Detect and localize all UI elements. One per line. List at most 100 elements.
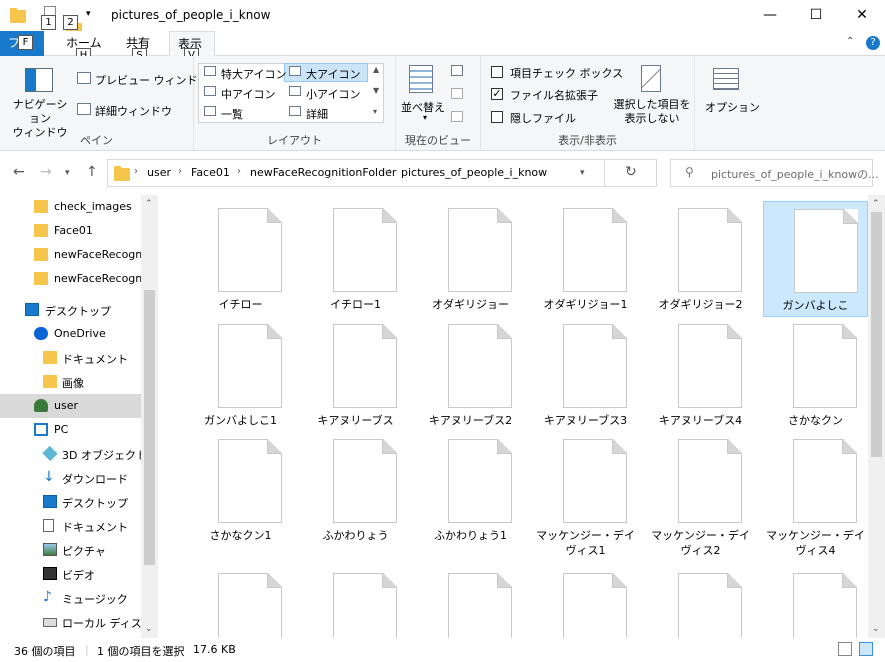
- nav-scrollbar-thumb[interactable]: [144, 290, 155, 565]
- file-tile[interactable]: キアヌリーブス3: [533, 317, 638, 433]
- item-checkbox-label[interactable]: 項目チェック ボックス: [510, 65, 623, 81]
- nav-item-label: ビデオ: [62, 569, 95, 582]
- nav-item-11[interactable]: ↓ ダウンロード: [0, 466, 141, 490]
- file-tile[interactable]: [303, 566, 408, 638]
- nav-item-16[interactable]: ♪ ミュージック: [0, 586, 141, 610]
- file-tile[interactable]: キアヌリーブス4: [648, 317, 753, 433]
- file-tile[interactable]: ガンバよしこ1: [188, 317, 293, 433]
- nav-item-6[interactable]: ドキュメント: [0, 346, 141, 370]
- file-tile[interactable]: マッケンジー・デイヴィス4: [763, 432, 868, 557]
- layout-details[interactable]: 詳細: [306, 106, 328, 122]
- file-tile[interactable]: マッケンジー・デイヴィス1: [533, 432, 638, 557]
- nav-item-14[interactable]: ピクチャ: [0, 538, 141, 562]
- nav-item-9[interactable]: PC: [0, 418, 141, 442]
- crumb-pictures-of-people[interactable]: pictures_of_people_i_know: [401, 166, 547, 179]
- nav-scroll-up-icon[interactable]: ⌃: [145, 199, 153, 209]
- nav-item-10[interactable]: 3D オブジェクト: [0, 442, 147, 466]
- file-tile[interactable]: [648, 566, 753, 638]
- search-placeholder[interactable]: pictures_of_people_i_knowの...: [711, 166, 879, 182]
- nav-item-7[interactable]: 画像: [0, 370, 141, 394]
- file-tile[interactable]: オダギリジョー: [418, 201, 523, 317]
- nav-item-1[interactable]: Face01: [0, 219, 141, 243]
- user-icon: [34, 399, 48, 412]
- content-scroll-up-icon[interactable]: ⌃: [872, 199, 880, 209]
- content-scroll-down-icon[interactable]: ⌄: [872, 624, 880, 634]
- maximize-button[interactable]: ☐: [793, 0, 839, 31]
- quick-access-dropdown-icon[interactable]: ▾: [86, 9, 91, 19]
- nav-item-4[interactable]: デスクトップ: [0, 298, 141, 322]
- file-tile[interactable]: さかなクン: [763, 317, 868, 433]
- hidden-files-toggle[interactable]: [491, 111, 503, 123]
- layout-scroll-down-icon[interactable]: ▼: [373, 86, 379, 95]
- file-tile[interactable]: [418, 566, 523, 638]
- hide-selected-button[interactable]: 選択した項目を 表示しない: [611, 98, 693, 126]
- crumb-user[interactable]: user: [147, 166, 171, 179]
- file-tile[interactable]: [763, 566, 868, 638]
- file-tile[interactable]: ガンバよしこ: [763, 201, 868, 317]
- file-tile[interactable]: [188, 566, 293, 638]
- layout-small-icons[interactable]: 小アイコン: [306, 86, 360, 102]
- nav-pane-icon[interactable]: [25, 68, 53, 92]
- search-box[interactable]: ⚲ pictures_of_people_i_knowの...: [670, 159, 879, 187]
- recent-locations-icon[interactable]: ▾: [65, 168, 70, 178]
- nav-item-5[interactable]: OneDrive: [0, 322, 141, 346]
- file-extension-toggle[interactable]: ✓: [491, 88, 503, 100]
- close-button[interactable]: ✕: [839, 0, 885, 31]
- video-icon: [43, 567, 57, 580]
- file-tile[interactable]: さかなクン1: [188, 432, 293, 548]
- nav-item-13[interactable]: ドキュメント: [0, 514, 141, 538]
- details-pane-button[interactable]: 詳細ウィンドウ: [95, 103, 172, 119]
- layout-large-icons[interactable]: 大アイコン: [306, 66, 360, 82]
- chevron-right-icon[interactable]: ›: [178, 166, 182, 177]
- nav-item-15[interactable]: ビデオ: [0, 562, 141, 586]
- layout-medium-icons[interactable]: 中アイコン: [221, 86, 275, 102]
- chevron-right-icon[interactable]: ›: [237, 166, 241, 177]
- file-tile[interactable]: ふかわりょう: [303, 432, 408, 548]
- preview-pane-button[interactable]: プレビュー ウィンドウ: [95, 72, 209, 88]
- file-tile[interactable]: オダギリジョー2: [648, 201, 753, 317]
- minimize-button[interactable]: —: [747, 0, 793, 31]
- hidden-files-label[interactable]: 隠しファイル: [510, 110, 576, 126]
- file-tile[interactable]: キアヌリーブス2: [418, 317, 523, 433]
- nav-scroll-down-icon[interactable]: ⌄: [145, 624, 153, 634]
- back-arrow-icon[interactable]: ←: [13, 164, 25, 180]
- details-view-icon[interactable]: [838, 642, 852, 656]
- group-by-icon[interactable]: [451, 65, 463, 76]
- file-tile[interactable]: ふかわりょう1: [418, 432, 523, 548]
- nav-item-3[interactable]: newFaceRecogn: [0, 267, 142, 291]
- layout-extra-large-icons[interactable]: 特大アイコン: [221, 66, 286, 82]
- layout-scroll-up-icon[interactable]: ▲: [373, 65, 379, 74]
- content-scrollbar-thumb[interactable]: [871, 212, 882, 457]
- file-tile[interactable]: イチロー1: [303, 201, 408, 317]
- address-dropdown-icon[interactable]: ▾: [580, 168, 585, 178]
- address-bar[interactable]: › user › Face01 › newFaceRecognitionFold…: [107, 159, 657, 187]
- file-tile[interactable]: イチロー: [188, 201, 293, 317]
- crumb-face01[interactable]: Face01: [191, 166, 230, 179]
- crumb-newfacerecognitionfolder[interactable]: newFaceRecognitionFolder: [250, 166, 396, 179]
- layout-more-icon[interactable]: ▾: [373, 107, 377, 116]
- nav-item-17[interactable]: ローカル ディスク (: [0, 610, 161, 634]
- chevron-right-icon[interactable]: ›: [388, 166, 392, 177]
- nav-item-8[interactable]: user: [0, 394, 141, 418]
- nav-item-2[interactable]: newFaceRecogn: [0, 243, 142, 267]
- file-tile[interactable]: キアヌリーブス: [303, 317, 408, 433]
- options-button[interactable]: オプション: [705, 99, 760, 115]
- chevron-right-icon[interactable]: ›: [134, 166, 138, 177]
- title-bar: 1 2 ▾ pictures_of_people_i_know — ☐ ✕: [0, 0, 885, 36]
- sort-dropdown-icon[interactable]: ▾: [423, 113, 427, 122]
- up-arrow-icon[interactable]: ↑: [86, 164, 98, 180]
- file-extension-label[interactable]: ファイル名拡張子: [510, 87, 598, 103]
- collapse-ribbon-icon[interactable]: ⌃: [846, 36, 854, 47]
- nav-item-12[interactable]: デスクトップ: [0, 490, 141, 514]
- help-icon[interactable]: ?: [866, 36, 880, 50]
- forward-arrow-icon[interactable]: →: [40, 164, 52, 180]
- item-checkbox-toggle[interactable]: [491, 66, 503, 78]
- file-tile[interactable]: [533, 566, 638, 638]
- file-tile[interactable]: マッケンジー・デイヴィス2: [648, 432, 753, 557]
- file-tile[interactable]: オダギリジョー1: [533, 201, 638, 317]
- nav-item-0[interactable]: check_images: [0, 195, 141, 219]
- refresh-icon[interactable]: ↻: [625, 164, 637, 180]
- layout-list[interactable]: 一覧: [221, 106, 243, 122]
- file-name: マッケンジー・デイヴィス1: [536, 529, 635, 557]
- large-icons-view-icon[interactable]: [859, 642, 873, 656]
